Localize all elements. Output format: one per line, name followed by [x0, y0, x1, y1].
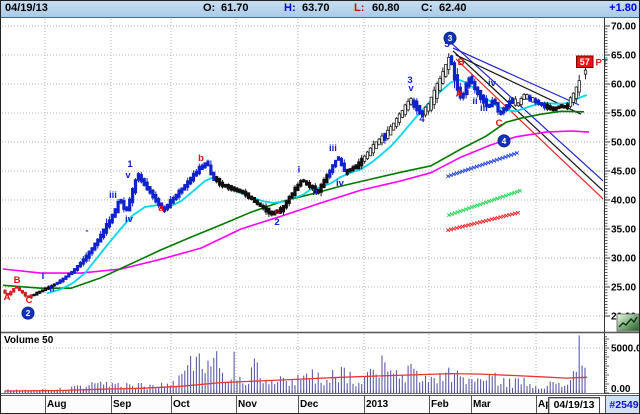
wave-label: B [14, 275, 21, 286]
wave-label: II [49, 284, 54, 295]
price-axis-label: 55.00 [611, 109, 636, 120]
wave-label: - [91, 243, 94, 254]
chart-window: 04/19/13 O: 61.70 H: 63.70 L: 60.80 C: 6… [0, 0, 640, 414]
quote-bar: 04/19/13 O: 61.70 H: 63.70 L: 60.80 C: 6… [1, 1, 639, 18]
wave-label: I [42, 271, 45, 282]
price-axis-label: 65.00 [611, 51, 636, 62]
wave-label: v [499, 106, 505, 117]
wave-label: v [125, 170, 131, 181]
month-divider [364, 396, 365, 413]
wave-label: - [85, 226, 88, 237]
volume-axis-label: 0.00 [611, 384, 631, 394]
svg-text:2: 2 [26, 308, 31, 318]
price-target-marker: 57 PT [576, 55, 608, 69]
wave-label: a [158, 203, 164, 214]
low-value: 60.80 [372, 2, 400, 14]
month-label: Mar [473, 399, 491, 410]
month-label: Feb [431, 399, 449, 410]
close-label: C: [421, 2, 433, 14]
wave-label: C [496, 118, 503, 129]
open-label: O: [203, 2, 216, 14]
chart-canvas[interactable]: ABC2III--iiiivv1abiiiiiiivc23v453BA iiiii… [1, 18, 640, 394]
close-value: 62.40 [439, 2, 467, 14]
price-axis-label: 40.00 [611, 196, 636, 207]
bar-number-badge: #2549 [605, 396, 639, 413]
wave-label: i [467, 87, 470, 98]
month-label: Dec [300, 399, 319, 410]
low-label: L: [354, 2, 365, 14]
wave-label: B [458, 57, 465, 68]
month-divider [298, 396, 299, 413]
wave-label: iii [329, 143, 337, 154]
current-date-box: 04/19/13 [548, 397, 600, 413]
wave-label: c [274, 206, 279, 217]
wave-label: 1 [127, 159, 133, 170]
month-divider [536, 396, 537, 413]
price-axis-label: 50.00 [611, 138, 636, 149]
high-label: H: [284, 2, 296, 14]
time-axis: Aug Sep Oct Nov Dec 2013 Feb Mar Ap 04/19/13 #25… [1, 395, 639, 413]
month-label: Nov [238, 399, 257, 410]
price-axis-label: 25.00 [611, 283, 636, 294]
month-divider [471, 396, 472, 413]
mini-chart-icon [616, 313, 639, 332]
wave-label: iv [125, 214, 134, 225]
wave-label: v [408, 83, 414, 94]
open-value: 61.70 [221, 2, 249, 14]
svg-text:4: 4 [502, 136, 507, 146]
chart-background [1, 18, 639, 394]
wave-label: iii [109, 190, 117, 201]
svg-text:57: 57 [580, 57, 590, 67]
high-value: 63.70 [302, 2, 330, 14]
wave-label: i [298, 164, 301, 175]
wave-label: A [4, 292, 11, 303]
month-label: Sep [113, 399, 132, 410]
month-divider [111, 396, 112, 413]
price-axis-label: 30.00 [611, 254, 636, 265]
month-label: 2013 [366, 399, 389, 410]
month-divider [171, 396, 172, 413]
wave-label: C [26, 295, 33, 306]
price-axis-label: 45.00 [611, 167, 636, 178]
price-axis-label: 70.00 [611, 22, 636, 33]
wave-label: 2 [274, 217, 279, 228]
wave-label: A [456, 88, 463, 99]
wave-label: iv [488, 78, 497, 89]
volume-indicator-label: Volume 50 [4, 335, 54, 346]
wave-label: 4 [419, 114, 425, 125]
price-axis-label: 60.00 [611, 80, 636, 91]
wave-label: iv [336, 178, 345, 189]
quote-date: 04/19/13 [5, 2, 48, 14]
month-label: Oct [173, 399, 190, 410]
price-axis-label: 35.00 [611, 225, 636, 236]
month-divider [236, 396, 237, 413]
volume-axis-label: 5000.0 [611, 344, 640, 355]
wave-label: ii [312, 187, 317, 198]
month-divider [429, 396, 430, 413]
month-label: Aug [47, 399, 67, 410]
month-divider [45, 396, 46, 413]
svg-text:3: 3 [448, 33, 453, 43]
wave-label: ii [472, 96, 477, 107]
wave-label: iii [480, 103, 488, 114]
net-change: +1.80 [609, 2, 637, 14]
wave-label: b [198, 153, 204, 164]
